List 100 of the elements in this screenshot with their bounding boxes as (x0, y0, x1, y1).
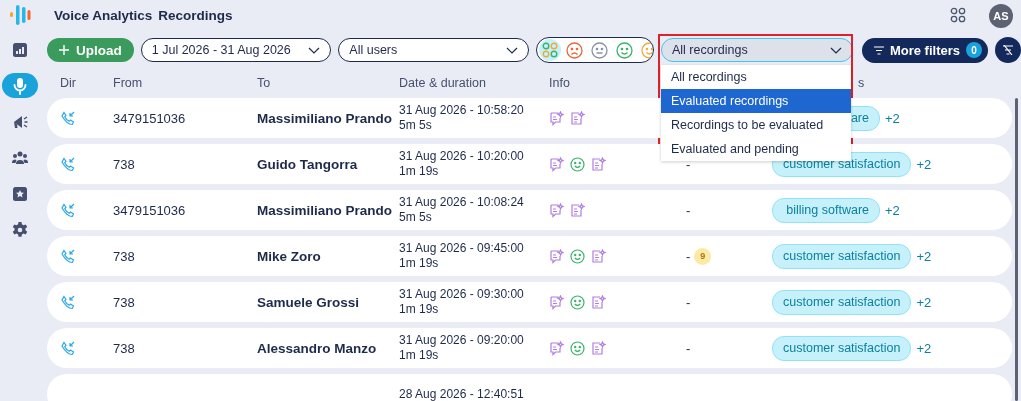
users-select[interactable]: All users (338, 38, 529, 62)
topic-tag[interactable]: customer satisfaction (772, 289, 912, 315)
callee-name: Guido Tangorra (257, 156, 358, 172)
megaphone-icon (12, 113, 28, 130)
score-value: - (686, 202, 691, 218)
date-range-select[interactable]: 1 Jul 2026 - 31 Aug 2026 (140, 38, 332, 62)
bar-chart-icon (13, 42, 27, 57)
column-header: s (858, 76, 865, 90)
smiley-icon[interactable] (570, 248, 585, 264)
ai-note-icon[interactable] (591, 156, 606, 172)
user-avatar[interactable]: AS (989, 4, 1013, 28)
caller-number: 3479151036 (113, 202, 186, 218)
clear-filter-icon (1002, 45, 1014, 55)
chevron-down-icon (829, 46, 842, 54)
incoming-call-icon (61, 248, 75, 264)
filter-icon (873, 45, 884, 55)
more-tags-count[interactable]: +2 (885, 202, 900, 218)
score-value: - (686, 340, 691, 356)
call-date: 31 Aug 2026 - 10:58:20 (399, 103, 524, 118)
ai-chat-icon[interactable] (549, 340, 564, 356)
column-header: Info (549, 76, 570, 90)
microphone-icon (13, 76, 27, 95)
topic-tag[interactable]: billing software (772, 197, 880, 223)
ai-note-icon[interactable] (591, 340, 606, 356)
callee-name: Mike Zoro (257, 248, 321, 264)
chevron-down-icon (505, 46, 518, 54)
more-filters-button[interactable]: More filters 0 (861, 37, 988, 63)
call-date: 31 Aug 2026 - 10:20:00 (399, 149, 524, 164)
scrollbar[interactable] (1015, 98, 1018, 401)
dropdown-option[interactable]: Recordings to be evaluated (660, 113, 851, 137)
caller-number: 738 (113, 294, 135, 310)
ai-chat-icon[interactable] (549, 294, 564, 310)
call-duration: 1m 19s (399, 302, 439, 317)
more-tags-count[interactable]: +2 (916, 156, 932, 172)
call-duration: 5m 5s (399, 118, 432, 133)
caller-number: 3479151036 (113, 110, 186, 126)
ai-note-icon[interactable] (570, 202, 585, 218)
callee-name: Samuele Grossi (257, 294, 360, 310)
recording-row[interactable]: 738 Mike Zoro 31 Aug 2026 - 09:45:00 1m 19s - 9 customer satisfaction +2 (47, 236, 1012, 276)
face-icon[interactable] (563, 39, 586, 61)
face-icon[interactable] (588, 39, 611, 61)
callee-name: Massimiliano Prando (257, 202, 393, 218)
call-duration: 1m 19s (399, 164, 439, 179)
recording-row[interactable]: 738 Samuele Grossi 31 Aug 2026 - 09:30:00 1m 19s - customer satisfaction +2 (47, 282, 1012, 322)
caller-number: 738 (113, 156, 135, 172)
recordings-select[interactable]: All recordings (660, 38, 853, 62)
ai-note-icon[interactable] (591, 294, 606, 310)
incoming-call-icon (61, 340, 75, 356)
score-value: - (686, 248, 691, 264)
ai-chat-icon[interactable] (549, 156, 564, 172)
page-title: Recordings (158, 7, 233, 23)
smiley-icon[interactable] (570, 156, 585, 172)
count-badge: 9 (694, 247, 712, 265)
group-icon (12, 150, 28, 165)
call-duration: 1m 19s (399, 256, 439, 271)
call-date: 31 Aug 2026 - 10:08:24 (399, 195, 524, 210)
call-date: 28 Aug 2026 - 12:40:51 (399, 386, 524, 401)
ai-chat-icon[interactable] (549, 110, 564, 126)
ai-note-icon[interactable] (591, 248, 606, 264)
recording-row[interactable]: 738 Alessandro Manzo 31 Aug 2026 - 09:20:00 1m 19s - customer satisfaction +2 (47, 328, 1012, 368)
clear-filters-button[interactable] (995, 37, 1021, 63)
topic-tag[interactable]: customer satisfaction (772, 243, 912, 269)
chevron-down-icon (308, 46, 321, 54)
settings-icon (12, 221, 28, 238)
ai-note-icon[interactable] (570, 110, 585, 126)
incoming-call-icon (61, 294, 75, 310)
callee-name: Massimiliano Prando (257, 110, 393, 126)
plus-icon (59, 45, 69, 55)
more-tags-count[interactable]: +2 (916, 248, 932, 264)
app-title: Voice Analytics (54, 7, 153, 23)
more-tags-count[interactable]: +2 (916, 294, 932, 310)
call-duration: 1m 19s (399, 348, 439, 363)
incoming-call-icon (61, 202, 75, 218)
call-date: 31 Aug 2026 - 09:45:00 (399, 241, 524, 256)
mic-nav-item[interactable] (2, 73, 38, 98)
smiley-icon[interactable] (570, 340, 585, 356)
apps-grid-icon[interactable] (950, 7, 966, 23)
incoming-call-icon (61, 110, 75, 126)
dropdown-option[interactable]: Evaluated recordings (660, 89, 851, 113)
score-value: - (686, 294, 691, 310)
column-header: From (113, 76, 143, 90)
more-tags-count[interactable]: +2 (885, 110, 900, 126)
caller-number: 738 (113, 248, 135, 264)
ai-chat-icon[interactable] (549, 202, 564, 218)
dropdown-option[interactable]: All recordings (660, 65, 851, 89)
topic-tag[interactable]: customer satisfaction (772, 335, 912, 361)
call-duration: 5m 5s (399, 210, 432, 225)
logo-icon (9, 4, 31, 26)
column-header: Date & duration (399, 76, 486, 90)
filter-count-badge: 0 (966, 42, 982, 58)
more-tags-count[interactable]: +2 (916, 340, 932, 356)
incoming-call-icon (61, 156, 75, 172)
call-date: 31 Aug 2026 - 09:20:00 (399, 333, 524, 348)
all-sentiments-icon[interactable] (538, 39, 561, 61)
call-date: 31 Aug 2026 - 09:30:00 (399, 287, 524, 302)
ai-chat-icon[interactable] (549, 248, 564, 264)
face-icon[interactable] (613, 39, 636, 61)
recording-row[interactable]: 28 Aug 2026 - 12:40:51 (47, 374, 1012, 401)
smiley-icon[interactable] (570, 294, 585, 310)
column-header: To (257, 76, 271, 90)
